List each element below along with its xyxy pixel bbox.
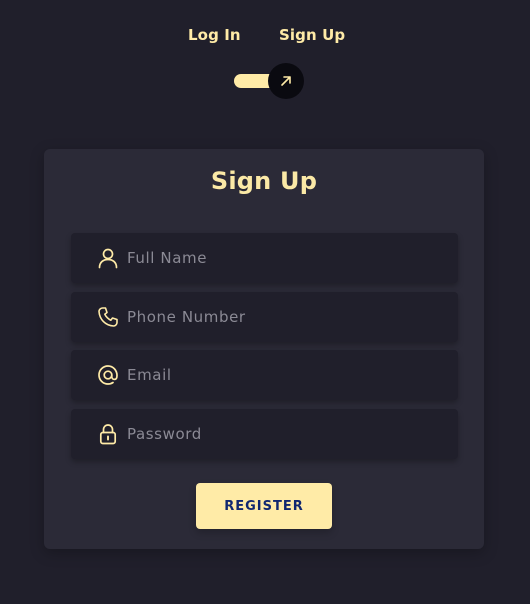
user-icon [95, 245, 121, 271]
full-name-input[interactable] [127, 233, 445, 283]
phone-number-field[interactable] [71, 292, 458, 342]
signup-tab[interactable]: Sign Up [279, 26, 345, 44]
auth-mode-labels: Log In Sign Up [0, 26, 530, 48]
auth-mode-toggle-knob[interactable] [268, 63, 304, 99]
email-field[interactable] [71, 350, 458, 400]
phone-number-input[interactable] [127, 292, 445, 342]
at-icon [95, 362, 121, 388]
signup-card: Sign Up Full Name Phone Number Email REG… [44, 149, 484, 549]
password-input[interactable] [127, 409, 445, 459]
register-button[interactable]: REGISTER [196, 483, 332, 529]
email-input[interactable] [127, 350, 445, 400]
login-tab[interactable]: Log In [188, 26, 241, 44]
arrow-up-right-icon [278, 73, 294, 89]
full-name-field[interactable] [71, 233, 458, 283]
card-title: Sign Up [210, 167, 318, 195]
password-field[interactable] [71, 409, 458, 459]
lock-icon [95, 421, 121, 447]
phone-icon [95, 304, 121, 330]
